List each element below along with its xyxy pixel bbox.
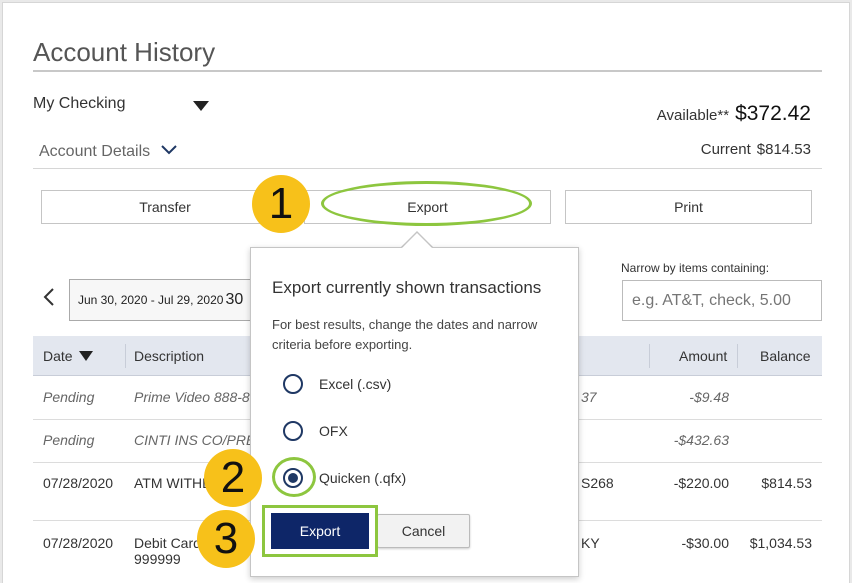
popover-title: Export currently shown transactions [272,278,542,297]
step-3-badge: 3 [197,510,255,568]
available-balance: Available** $372.42 [657,102,811,126]
title-divider [33,70,822,72]
row-description-tail: KY [581,535,600,551]
row-description: Prime Video 888-80 [134,389,258,405]
column-description[interactable]: Description [134,336,204,376]
row-balance: $814.53 [761,475,812,491]
prev-period-button[interactable] [43,288,55,311]
account-details-label: Account Details [39,143,151,160]
row-description-line2: 999999 [134,551,181,567]
export-button[interactable]: Export [304,190,551,224]
row-amount: -$30.00 [681,535,729,551]
popover-cancel-button[interactable]: Cancel [377,514,470,548]
row-balance: $1,034.53 [749,535,812,551]
column-balance[interactable]: Balance [760,336,811,376]
date-range-value: Jun 30, 2020 - Jul 29, 2020 [78,293,224,307]
account-select-label: My Checking [33,95,126,112]
format-option-label: Excel (.csv) [319,376,392,392]
chevron-left-icon [43,288,54,306]
account-select[interactable]: My Checking [33,95,211,117]
caret-down-icon [193,101,209,111]
page-title: Account History [33,37,216,67]
column-divider [737,344,738,368]
row-amount: -$432.63 [673,432,729,448]
popover-arrow-fill [401,233,433,249]
column-date-label: Date [43,348,73,364]
row-description-tail: 37 [581,389,597,405]
account-details-toggle[interactable]: Account Details [39,143,177,161]
date-range-picker[interactable]: Jun 30, 2020 - Jul 29, 2020 30 [69,279,269,321]
radio-ofx[interactable] [283,421,303,441]
narrow-label: Narrow by items containing: [621,261,770,275]
date-range-extra: 30 [225,291,244,308]
details-divider [33,168,822,169]
step-2-badge: 2 [204,449,262,507]
column-divider [125,344,126,368]
popover-export-button[interactable]: Export [271,513,369,549]
column-divider [649,344,650,368]
available-label: Available** [656,107,730,124]
narrow-search-input[interactable] [622,280,822,321]
print-button[interactable]: Print [565,190,812,224]
format-option-excel[interactable]: Excel (.csv) [283,373,391,395]
format-option-quicken[interactable]: Quicken (.qfx) [283,467,406,489]
current-value: $814.53 [756,141,811,158]
row-description: ATM WITHD [134,475,213,491]
format-option-ofx[interactable]: OFX [283,420,348,442]
available-value: $372.42 [735,102,811,125]
current-label: Current [700,141,751,158]
format-option-label: Quicken (.qfx) [319,470,407,486]
row-date: Pending [43,389,95,405]
row-date: Pending [43,432,95,448]
row-date: 07/28/2020 [43,535,114,551]
row-date: 07/28/2020 [43,475,114,491]
format-option-label: OFX [319,423,348,439]
popover-hint: For best results, change the dates and n… [272,317,538,352]
current-balance: Current $814.53 [701,141,811,158]
sort-down-icon [78,351,93,361]
row-description: Debit Card [134,535,201,551]
step-1-badge: 1 [252,175,310,233]
column-date[interactable]: Date [43,336,93,376]
radio-excel[interactable] [283,374,303,394]
radio-quicken[interactable] [283,468,303,488]
column-amount[interactable]: Amount [679,336,727,376]
row-amount: -$9.48 [689,389,729,405]
row-description: CINTI INS CO/PRE [134,432,256,448]
chevron-down-icon [160,145,177,155]
row-amount: -$220.00 [673,475,729,491]
row-description-tail: S268 [581,475,614,491]
